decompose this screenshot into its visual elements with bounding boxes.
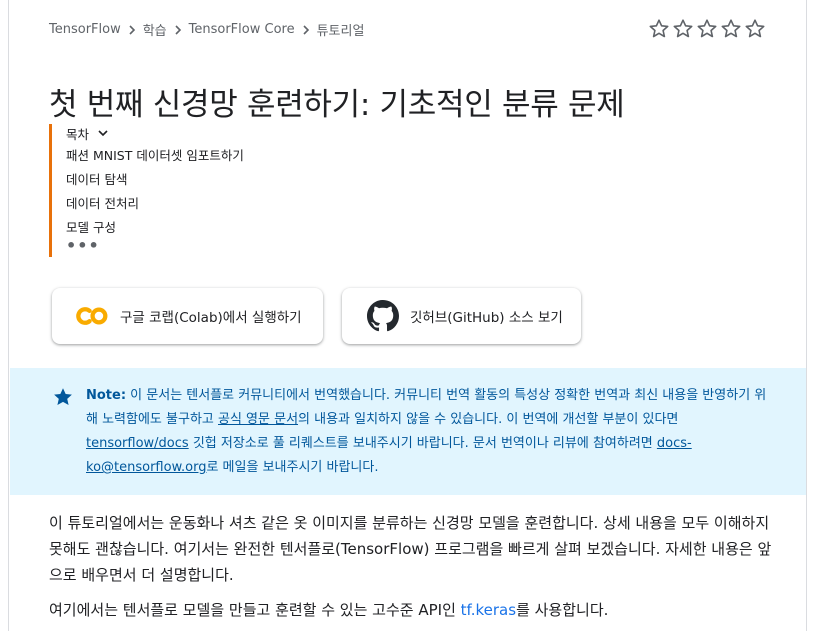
official-doc-link[interactable]: 공식 영문 문서 <box>218 412 298 427</box>
star-outline-icon[interactable] <box>671 17 695 41</box>
view-on-github-button[interactable]: 깃허브(GitHub) 소스 보기 <box>342 288 581 344</box>
breadcrumb: TensorFlow 학습 TensorFlow Core 튜토리얼 <box>49 20 364 39</box>
view-on-github-label: 깃허브(GitHub) 소스 보기 <box>410 310 563 326</box>
chevron-right-icon <box>121 24 143 35</box>
toc-header-label: 목차 <box>66 126 90 142</box>
note-text-part: 깃헙 저장소로 풀 리퀘스트를 보내주시기 바랍니다. 문서 번역이나 리뷰에 … <box>188 436 657 451</box>
note-text-part: 로 메일을 보내주시기 바랍니다. <box>206 460 379 475</box>
translation-note: Note: 이 문서는 텐서플로 커뮤니티에서 번역했습니다. 커뮤니티 번역 … <box>10 368 806 495</box>
colab-logo-icon <box>76 299 110 333</box>
breadcrumb-item-tutorials[interactable]: 튜토리얼 <box>317 20 365 39</box>
api-paragraph-text: 여기에서는 텐서플로 모델을 만들고 훈련할 수 있는 고수준 API인 <box>49 601 461 619</box>
chevron-right-icon <box>295 24 317 35</box>
breadcrumb-item-tensorflow[interactable]: TensorFlow <box>49 22 121 37</box>
toc-item[interactable]: 데이터 전처리 <box>66 192 366 216</box>
toc-item[interactable]: 모델 구성 <box>66 216 366 240</box>
page-title: 첫 번째 신경망 훈련하기: 기초적인 분류 문제 <box>49 86 625 123</box>
toc-toggle[interactable]: 목차 <box>66 124 366 142</box>
github-logo-icon <box>366 299 400 333</box>
tensorflow-docs-link[interactable]: tensorflow/docs <box>86 436 189 451</box>
tf-keras-link[interactable]: tf.keras <box>461 601 516 619</box>
note-text: Note: 이 문서는 텐서플로 커뮤니티에서 번역했습니다. 커뮤니티 번역 … <box>86 384 776 480</box>
chevron-right-icon <box>167 24 189 35</box>
star-outline-icon[interactable] <box>719 17 743 41</box>
star-outline-icon[interactable] <box>647 17 671 41</box>
star-outline-icon[interactable] <box>695 17 719 41</box>
note-label: Note: <box>86 388 127 403</box>
intro-paragraph: 이 튜토리얼에서는 운동화나 셔츠 같은 옷 이미지를 분류하는 신경망 모델을… <box>49 514 772 584</box>
breadcrumb-item-learn[interactable]: 학습 <box>143 20 167 39</box>
toc-more-button[interactable]: ••• <box>66 238 366 258</box>
toc-item[interactable]: 패션 MNIST 데이터셋 임포트하기 <box>66 144 366 168</box>
toc-item[interactable]: 데이터 탐색 <box>66 168 366 192</box>
star-outline-icon[interactable] <box>743 17 767 41</box>
rating-stars <box>647 17 767 41</box>
star-filled-icon <box>52 386 74 408</box>
note-text-part: 의 내용과 일치하지 않을 수 있습니다. 이 번역에 개선할 부분이 있다면 <box>298 412 679 427</box>
page: TensorFlow 학습 TensorFlow Core 튜토리얼 첫 번째 … <box>8 0 807 631</box>
run-in-colab-button[interactable]: 구글 코랩(Colab)에서 실행하기 <box>52 288 323 344</box>
api-paragraph: 여기에서는 텐서플로 모델을 만들고 훈련할 수 있는 고수준 API인 tf.… <box>49 597 779 623</box>
api-paragraph-text: 를 사용합니다. <box>516 601 609 619</box>
breadcrumb-item-tensorflow-core[interactable]: TensorFlow Core <box>189 22 295 37</box>
table-of-contents: 목차 패션 MNIST 데이터셋 임포트하기 데이터 탐색 데이터 전처리 모델… <box>49 124 366 257</box>
chevron-down-icon <box>98 130 108 137</box>
run-in-colab-label: 구글 코랩(Colab)에서 실행하기 <box>120 310 302 326</box>
